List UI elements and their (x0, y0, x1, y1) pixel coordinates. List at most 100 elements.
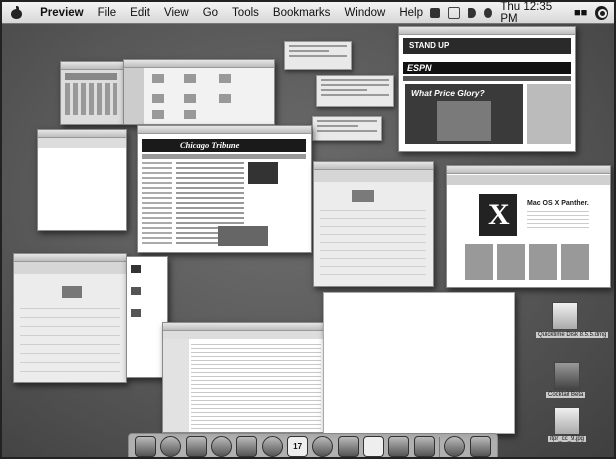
spotlight-search-icon[interactable] (595, 5, 608, 20)
drawer-item[interactable] (131, 287, 141, 295)
address-book-dock-icon[interactable] (236, 436, 258, 457)
finder-list-window[interactable] (162, 322, 324, 433)
text-line (321, 94, 389, 96)
text-line (289, 50, 329, 52)
trash-dock-icon[interactable] (469, 436, 491, 457)
desktop-image-icon[interactable] (554, 407, 580, 435)
eject-icon[interactable] (484, 7, 493, 18)
panther-x-logo[interactable]: X (479, 194, 517, 236)
espn-headline-box[interactable]: What Price Glory? (405, 84, 523, 144)
tribune-header[interactable]: Chicago Tribune (142, 139, 306, 152)
display-menu-icon[interactable] (430, 7, 440, 18)
espn-nav-bar[interactable] (403, 76, 571, 81)
dock-separator (439, 436, 441, 457)
preview-dock-icon[interactable] (388, 436, 410, 457)
text-line (317, 125, 358, 127)
settings-fields (20, 308, 120, 376)
itunes-dock-icon[interactable] (261, 436, 283, 457)
dialog-small-3[interactable] (312, 116, 382, 141)
drawer-item[interactable] (131, 309, 141, 317)
prefs-swatch[interactable] (352, 190, 374, 202)
menu-help[interactable]: Help (399, 7, 423, 19)
window-titlebar[interactable] (124, 60, 274, 68)
prefs-pane (320, 210, 426, 280)
apple-menu-icon[interactable] (10, 5, 23, 20)
window-titlebar[interactable] (38, 130, 126, 138)
desktop-disk-image-icon[interactable] (552, 302, 578, 330)
menu-window[interactable]: Window (344, 7, 385, 19)
espn-browser-window[interactable]: STAND UP ESPN What Price Glory? (398, 26, 576, 152)
menu-bookmarks[interactable]: Bookmarks (273, 7, 331, 19)
chicago-tribune-window[interactable]: Chicago Tribune (137, 125, 312, 253)
window-titlebar[interactable] (163, 323, 323, 331)
espn-headline: What Price Glory? (411, 88, 485, 98)
folder-icon[interactable] (184, 110, 196, 119)
airport-menu-icon[interactable] (448, 6, 460, 19)
finder-file-list[interactable] (191, 341, 321, 431)
finder-dock-icon[interactable] (135, 436, 157, 457)
window-titlebar[interactable] (447, 166, 610, 174)
tribune-photo[interactable] (248, 162, 278, 184)
window-titlebar[interactable] (61, 62, 123, 70)
dialog-small-2[interactable] (316, 75, 394, 107)
folder-icon[interactable] (152, 110, 164, 119)
menu-clock[interactable]: Thu 12:35 PM (500, 2, 566, 25)
system-prefs-dock-icon[interactable] (337, 436, 359, 457)
window-titlebar[interactable] (14, 254, 126, 262)
window-titlebar[interactable] (138, 126, 311, 134)
text-line (321, 84, 389, 86)
folder-icon[interactable] (152, 74, 164, 83)
fast-user-switch-icon[interactable]: ■■ (574, 7, 587, 19)
menu-tools[interactable]: Tools (232, 7, 259, 19)
dialog-small-1[interactable] (284, 41, 352, 70)
espn-logo: ESPN (407, 63, 432, 73)
standup-banner[interactable]: STAND UP (403, 38, 571, 54)
apple-nav-bar[interactable] (447, 175, 610, 185)
menu-file[interactable]: File (98, 7, 117, 19)
headline-photo (437, 101, 491, 141)
finder-icon-window[interactable] (123, 59, 275, 125)
finder-toolbar[interactable] (163, 331, 323, 339)
textedit-window[interactable] (37, 129, 127, 231)
folder-icon[interactable] (219, 74, 231, 83)
menu-view[interactable]: View (164, 7, 189, 19)
calculator-keys[interactable] (65, 83, 117, 115)
settings-window-left[interactable] (13, 253, 127, 383)
safari-dock-icon[interactable] (160, 436, 182, 457)
dock-app-icon[interactable] (413, 436, 435, 457)
mail-dock-icon[interactable] (185, 436, 207, 457)
folder-icon[interactable] (184, 94, 196, 103)
textedit-dock-icon[interactable] (363, 436, 385, 457)
tribune-ad[interactable] (218, 226, 268, 246)
folder-icon[interactable] (152, 94, 164, 103)
system-preferences-window[interactable] (313, 161, 434, 287)
espn-sidebar (527, 84, 571, 144)
desktop-icon-label: Cocktail Beta (546, 392, 586, 398)
downloads-dock-icon[interactable] (444, 436, 466, 457)
settings-toolbar[interactable] (14, 262, 126, 274)
prefs-toolbar[interactable] (314, 170, 433, 182)
quicktime-dock-icon[interactable] (312, 436, 334, 457)
text-line (317, 130, 377, 132)
calculator-window[interactable] (60, 61, 124, 125)
ical-dock-icon[interactable]: 17 (287, 436, 309, 457)
calculator-display (65, 73, 117, 80)
ichat-dock-icon[interactable] (211, 436, 233, 457)
menu-app-preview[interactable]: Preview (40, 7, 83, 19)
drawer-item[interactable] (131, 265, 141, 273)
window-titlebar[interactable] (314, 162, 433, 170)
panther-browser-window[interactable]: X Mac OS X Panther. (446, 165, 611, 288)
desktop-app-icon[interactable] (554, 362, 580, 390)
tribune-nav[interactable] (142, 154, 306, 159)
settings-swatch[interactable] (62, 286, 82, 298)
blank-document-window[interactable] (323, 292, 515, 434)
folder-icon[interactable] (219, 94, 231, 103)
volume-icon[interactable] (468, 7, 477, 18)
window-titlebar[interactable] (399, 27, 575, 35)
espn-logo-bar[interactable]: ESPN (403, 62, 571, 74)
menu-edit[interactable]: Edit (130, 7, 150, 19)
panther-thumbs[interactable] (465, 244, 593, 280)
finder-sidebar[interactable] (163, 339, 189, 432)
menu-go[interactable]: Go (203, 7, 218, 19)
folder-icon[interactable] (184, 74, 196, 83)
